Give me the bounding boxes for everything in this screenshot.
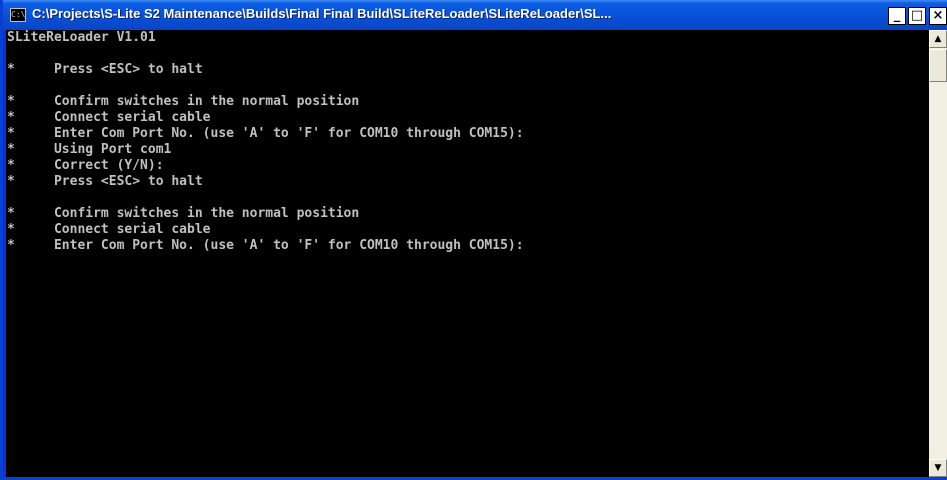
- vertical-scrollbar[interactable]: ▲ ▼: [929, 30, 947, 477]
- console-line: * Press <ESC> to halt: [7, 174, 203, 189]
- console-line: * Correct (Y/N):: [7, 158, 164, 173]
- window-title: C:\Projects\S-Lite S2 Maintenance\Builds…: [32, 6, 612, 21]
- minimize-button[interactable]: _: [888, 7, 906, 25]
- maximize-button[interactable]: □: [908, 7, 926, 25]
- console-output[interactable]: SLiteReLoader V1.01 * Press <ESC> to hal…: [6, 30, 929, 477]
- console-line: SLiteReLoader V1.01: [7, 30, 156, 45]
- scrollbar-thumb[interactable]: [929, 49, 947, 82]
- title-bar[interactable]: C:\ C:\Projects\S-Lite S2 Maintenance\Bu…: [3, 0, 947, 30]
- console-line: * Enter Com Port No. (use 'A' to 'F' for…: [7, 126, 524, 141]
- console-window: C:\ C:\Projects\S-Lite S2 Maintenance\Bu…: [0, 0, 947, 480]
- console-line: * Connect serial cable: [7, 110, 211, 125]
- scroll-down-icon[interactable]: ▼: [929, 459, 947, 477]
- console-icon[interactable]: C:\: [10, 8, 26, 22]
- scroll-up-icon[interactable]: ▲: [929, 30, 947, 48]
- console-line: * Using Port com1: [7, 142, 172, 157]
- close-button[interactable]: ×: [929, 7, 947, 25]
- console-line: * Enter Com Port No. (use 'A' to 'F' for…: [7, 238, 524, 253]
- console-line: * Confirm switches in the normal positio…: [7, 94, 360, 109]
- console-line: * Press <ESC> to halt: [7, 62, 203, 77]
- console-line: * Confirm switches in the normal positio…: [7, 206, 360, 221]
- console-line: * Connect serial cable: [7, 222, 211, 237]
